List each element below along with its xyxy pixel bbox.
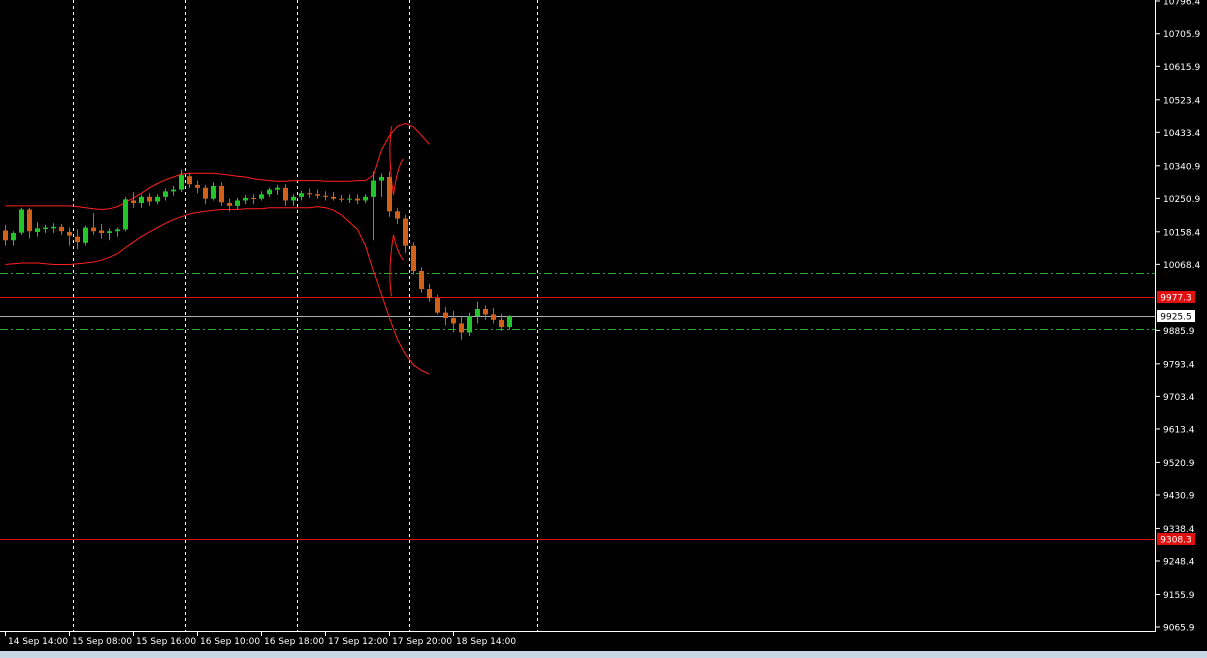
bear-candle bbox=[75, 237, 80, 242]
price-tick-label: 10796.4 bbox=[1163, 0, 1200, 8]
bear-candle bbox=[499, 320, 504, 327]
bear-candle bbox=[219, 186, 224, 202]
bull-candle bbox=[235, 200, 240, 205]
price-tick-label: 10250.9 bbox=[1163, 195, 1200, 205]
bear-candle bbox=[387, 177, 392, 211]
bear-candle bbox=[355, 199, 360, 201]
bull-candle bbox=[299, 193, 304, 197]
price-tick-label: 9703.4 bbox=[1163, 393, 1195, 403]
current-price-label: 9925.5 bbox=[1160, 313, 1192, 323]
bear-candle bbox=[251, 198, 256, 199]
bull-candle bbox=[51, 227, 56, 228]
bear-candle bbox=[451, 318, 456, 323]
price-tick-label: 10340.9 bbox=[1163, 162, 1200, 172]
time-tick-label: 16 Sep 18:00 bbox=[264, 637, 324, 647]
price-tick-label: 10615.9 bbox=[1163, 63, 1200, 73]
bear-candle bbox=[147, 197, 152, 202]
bear-candle bbox=[323, 196, 328, 197]
bear-candle bbox=[331, 197, 336, 199]
candlestick-chart[interactable]: 10796.4 10705.9 10615.9 10523.4 10433.4 10340… bbox=[0, 0, 1207, 658]
bull-candle bbox=[115, 229, 120, 231]
price-tick-label: 10523.4 bbox=[1163, 96, 1200, 106]
bull-candle bbox=[107, 231, 112, 233]
bull-candle bbox=[83, 228, 88, 243]
bull-candle bbox=[475, 309, 480, 316]
bear-candle bbox=[307, 193, 312, 194]
bear-candle bbox=[419, 271, 424, 289]
bear-candle bbox=[411, 246, 416, 271]
time-tick-label: 17 Sep 20:00 bbox=[392, 637, 452, 647]
price-tick-label: 9793.4 bbox=[1163, 360, 1195, 370]
time-tick-label: 14 Sep 14:00 bbox=[8, 637, 68, 647]
bear-candle bbox=[435, 298, 440, 312]
bull-candle bbox=[139, 197, 144, 203]
bull-candle bbox=[179, 175, 184, 189]
time-tick-label: 15 Sep 16:00 bbox=[136, 637, 196, 647]
bull-candle bbox=[347, 199, 352, 200]
bull-candle bbox=[43, 228, 48, 229]
bull-candle bbox=[267, 190, 272, 195]
price-tick-label: 9885.9 bbox=[1163, 327, 1195, 337]
bear-candle bbox=[403, 219, 408, 246]
bull-candle bbox=[291, 197, 296, 201]
bear-candle bbox=[339, 199, 344, 200]
price-tick-label: 10433.4 bbox=[1163, 129, 1200, 139]
chart-window[interactable]: 10796.4 10705.9 10615.9 10523.4 10433.4 10340… bbox=[0, 0, 1207, 658]
time-tick-label: 18 Sep 14:00 bbox=[456, 637, 516, 647]
bear-candle bbox=[395, 211, 400, 218]
bear-candle bbox=[203, 188, 208, 199]
resistance-price-label: 9977.3 bbox=[1160, 294, 1192, 304]
bull-candle bbox=[35, 228, 40, 232]
time-tick-label: 15 Sep 08:00 bbox=[72, 637, 132, 647]
price-tick-label: 9430.9 bbox=[1163, 491, 1195, 501]
bull-candle bbox=[19, 210, 24, 233]
bull-candle bbox=[123, 199, 128, 229]
bull-candle bbox=[11, 233, 16, 240]
bull-candle bbox=[155, 197, 160, 202]
bear-candle bbox=[59, 227, 64, 231]
bear-candle bbox=[459, 323, 464, 332]
bull-candle bbox=[363, 197, 368, 201]
price-tick-label: 9065.9 bbox=[1163, 624, 1195, 634]
bull-candle bbox=[379, 177, 384, 181]
bull-candle bbox=[371, 181, 376, 197]
bull-candle bbox=[259, 194, 264, 198]
time-tick-label: 16 Sep 10:00 bbox=[200, 637, 260, 647]
bull-candle bbox=[467, 316, 472, 332]
bear-candle bbox=[427, 289, 432, 298]
price-tick-label: 10705.9 bbox=[1163, 30, 1200, 40]
bear-candle bbox=[491, 314, 496, 319]
price-tick-label: 10068.4 bbox=[1163, 261, 1200, 271]
bull-candle bbox=[211, 186, 216, 199]
bear-candle bbox=[315, 194, 320, 195]
bear-candle bbox=[195, 185, 200, 188]
bear-candle bbox=[99, 230, 104, 233]
bear-candle bbox=[67, 232, 72, 236]
bear-candle bbox=[283, 188, 288, 201]
support-price-label: 9308.3 bbox=[1160, 536, 1192, 546]
bear-candle bbox=[187, 176, 192, 184]
price-tick-label: 9248.4 bbox=[1163, 557, 1195, 567]
time-tick-label: 17 Sep 12:00 bbox=[328, 637, 388, 647]
price-tick-label: 9613.4 bbox=[1163, 425, 1195, 435]
bull-candle bbox=[163, 191, 168, 196]
window-bottom-border bbox=[0, 651, 1207, 658]
bull-candle bbox=[171, 190, 176, 192]
bull-candle bbox=[275, 188, 280, 190]
bull-candle bbox=[243, 198, 248, 201]
price-tick-label: 10158.4 bbox=[1163, 228, 1200, 238]
price-tick-label: 9155.9 bbox=[1163, 591, 1195, 601]
bear-candle bbox=[131, 200, 136, 203]
bear-candle bbox=[91, 228, 96, 232]
bear-candle bbox=[483, 309, 488, 314]
bear-candle bbox=[443, 313, 448, 318]
bear-candle bbox=[3, 230, 8, 240]
bear-candle bbox=[227, 203, 232, 206]
bull-candle bbox=[507, 316, 512, 327]
bear-candle bbox=[27, 210, 32, 232]
price-tick-label: 9520.9 bbox=[1163, 459, 1195, 469]
